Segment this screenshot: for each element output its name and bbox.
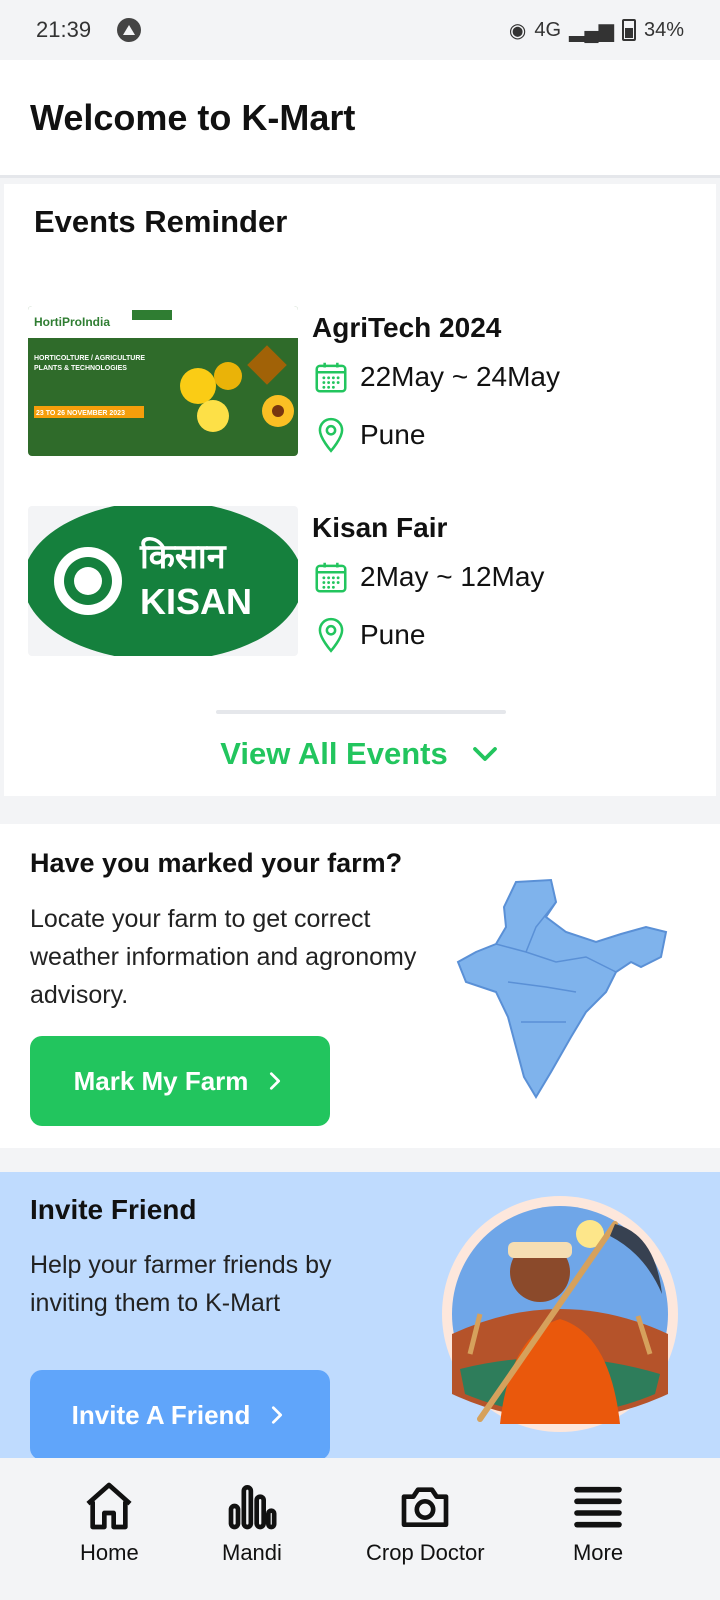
event-thumbnail-agritech: HortiProIndia HORTICOLTURE / AGRICULTURE… <box>28 306 298 456</box>
svg-text:किसान: किसान <box>139 536 227 577</box>
nav-crop-doctor[interactable]: Crop Doctor <box>366 1478 485 1566</box>
event-thumbnail-kisan: किसान KISAN <box>28 506 298 656</box>
camera-icon <box>401 1487 449 1527</box>
chevron-right-icon <box>272 1406 283 1424</box>
battery-icon <box>621 19 636 41</box>
mark-my-farm-label: Mark My Farm <box>73 1065 249 1096</box>
event-dates: 22May ~ 24May <box>360 361 560 392</box>
invite-friend-card: Invite Friend Help your farmer friends b… <box>0 1172 720 1460</box>
farmer-illustration <box>442 1196 678 1432</box>
location-pin-icon <box>318 617 344 653</box>
bar-chart-icon <box>228 1485 277 1530</box>
event-item-agritech[interactable]: HortiProIndia HORTICOLTURE / AGRICULTURE… <box>28 306 708 458</box>
location-pin-icon <box>318 417 344 453</box>
bottom-navigation: Home Mandi Crop Doctor More <box>0 1458 720 1600</box>
mark-my-farm-button[interactable]: Mark My Farm <box>30 1036 330 1126</box>
event-item-kisan[interactable]: किसान KISAN Kisan Fair 2May ~ 12May Pune <box>28 506 708 658</box>
events-title: Events Reminder <box>34 204 288 239</box>
nav-home-label: Home <box>80 1540 139 1565</box>
svg-text:KISAN: KISAN <box>140 581 252 622</box>
view-all-events-button[interactable]: View All Events <box>4 736 716 772</box>
event-date-row: 2May ~ 12May <box>312 558 544 596</box>
event-title: AgriTech 2024 <box>312 312 502 343</box>
india-map-image <box>456 878 668 1099</box>
home-icon <box>86 1482 132 1530</box>
battery-percent: 34% <box>643 18 684 41</box>
invite-a-friend-button[interactable]: Invite A Friend <box>30 1370 330 1460</box>
navigation-icon <box>117 18 142 42</box>
chevron-down-icon <box>472 747 497 761</box>
chevron-right-icon <box>270 1072 281 1090</box>
nav-more[interactable]: More <box>570 1478 626 1566</box>
nav-home[interactable]: Home <box>80 1478 139 1566</box>
event-location: Pune <box>360 419 426 450</box>
svg-text:HORTICOLTURE / AGRICULTURE: HORTICOLTURE / AGRICULTURE <box>34 355 145 362</box>
page-title: Welcome to K-Mart <box>30 96 356 138</box>
invite-a-friend-label: Invite A Friend <box>71 1399 251 1430</box>
svg-text:23 TO 26 NOVEMBER 2023: 23 TO 26 NOVEMBER 2023 <box>36 410 125 417</box>
event-title: Kisan Fair <box>312 512 448 543</box>
event-location: Pune <box>360 619 426 650</box>
status-time: 21:39 <box>36 17 92 42</box>
nav-more-label: More <box>572 1540 624 1565</box>
event-dates: 2May ~ 12May <box>360 561 545 592</box>
calendar-icon <box>315 562 347 593</box>
divider <box>216 710 506 714</box>
signal-icon: ▂▄▆ <box>569 19 614 42</box>
app-header: Welcome to K-Mart <box>0 60 720 178</box>
svg-text:PLANTS & TECHNOLOGIES: PLANTS & TECHNOLOGIES <box>34 365 127 372</box>
event-date-row: 22May ~ 24May <box>312 358 560 396</box>
event-location-row: Pune <box>312 616 425 654</box>
nav-crop-doctor-label: Crop Doctor <box>366 1540 485 1565</box>
calendar-icon <box>315 362 347 393</box>
farm-description: Locate your farm to get correct weather … <box>30 905 417 1009</box>
farm-title: Have you marked your farm? <box>30 848 403 878</box>
events-card: Events Reminder HortiProIndia HORTICOLTU… <box>4 184 716 796</box>
svg-text:HortiProIndia: HortiProIndia <box>34 315 110 329</box>
wifi-icon: ◉ <box>508 19 527 42</box>
invite-title: Invite Friend <box>30 1194 197 1225</box>
mark-farm-card: Have you marked your farm? Locate your f… <box>0 824 720 1148</box>
status-bar: 21:39 ◉ 4G ▂▄▆ 34% <box>0 0 720 60</box>
network-label: 4G <box>534 18 562 41</box>
view-all-events-label: View All Events <box>220 736 448 771</box>
menu-icon <box>574 1486 622 1528</box>
invite-description: Help your farmer friends by inviting the… <box>30 1251 332 1317</box>
event-location-row: Pune <box>312 416 425 454</box>
status-icons: ◉ 4G ▂▄▆ 34% <box>509 18 684 43</box>
nav-mandi-label: Mandi <box>222 1540 282 1565</box>
nav-mandi[interactable]: Mandi <box>222 1478 282 1566</box>
